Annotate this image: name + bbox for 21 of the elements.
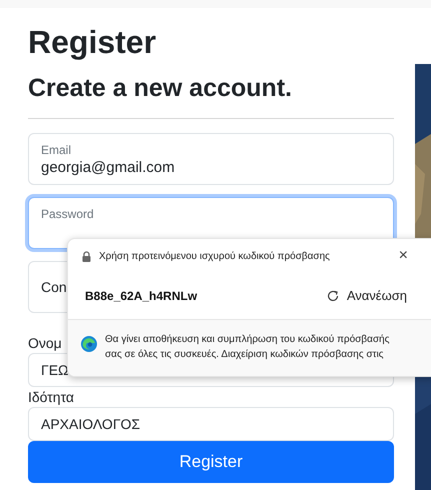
close-button[interactable]: ×	[398, 248, 408, 264]
field-label: Ονομ	[28, 334, 62, 353]
field-value: Con	[41, 278, 67, 296]
page-title: Register	[28, 23, 158, 62]
field-value: ΓΕΩ	[41, 360, 69, 380]
lock-icon	[82, 250, 91, 262]
field-label: Password	[41, 206, 95, 222]
browser-logo-icon	[81, 336, 97, 352]
input-field[interactable]: Email georgia@gmail.com	[28, 133, 394, 185]
field-value: georgia@gmail.com	[41, 158, 176, 178]
field-value: ΑΡΧΑΙΟΛΟΓΟΣ	[41, 414, 140, 434]
field-label: Ιδότητα	[28, 388, 74, 407]
refresh-icon	[326, 290, 339, 302]
popup-title: Χρήση προτεινόμενου ισχυρού κωδικού πρόσβασης	[99, 250, 331, 264]
refresh-button[interactable]: Ανανέωση	[326, 286, 407, 306]
register-button[interactable]: Register	[28, 441, 394, 483]
input-field[interactable]: ΑΡΧΑΙΟΛΟΓΟΣ	[28, 407, 394, 441]
suggested-password[interactable]: B88e_62A_h4RNLw	[85, 287, 327, 305]
sync-notice: Θα γίνει αποθήκευση και συμπλήρωση του κωδικού πρόσβασής σας σε όλες τις συσκευές. Διαχείριση κωδικών πρόσβασης στις	[105, 333, 390, 362]
page-subtitle: Create a new account.	[28, 73, 293, 104]
field-label: Email	[41, 142, 72, 158]
